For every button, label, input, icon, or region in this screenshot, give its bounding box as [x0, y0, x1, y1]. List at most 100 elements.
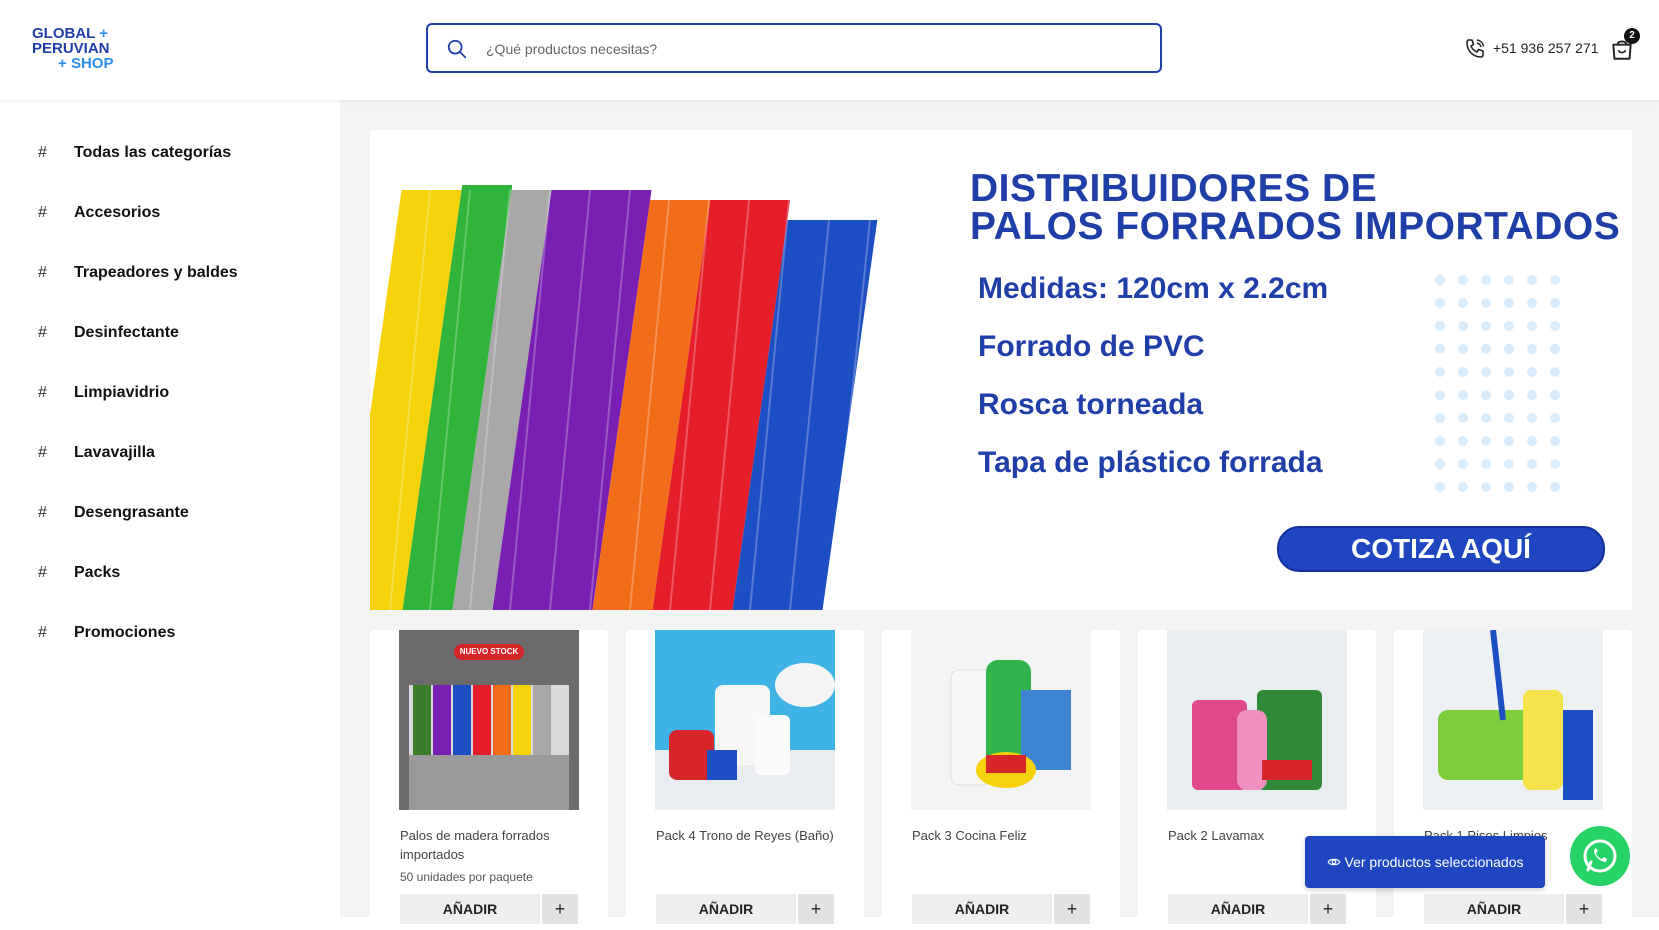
search-input[interactable]	[484, 35, 1128, 63]
add-to-cart-button[interactable]: AÑADIR	[1424, 894, 1564, 924]
add-to-cart-button[interactable]: AÑADIR	[912, 894, 1052, 924]
logo-plus-2: +	[58, 55, 67, 72]
decor-dot	[1435, 390, 1445, 400]
add-to-cart-button[interactable]: AÑADIR	[1168, 894, 1308, 924]
logo[interactable]: GLOBAL + PERUVIAN + SHOP	[32, 26, 132, 71]
decor-dot	[1527, 390, 1537, 400]
banner-heading-1: DISTRIBUIDORES DE	[970, 167, 1378, 210]
sidebar-item-todas[interactable]: # Todas las categorías	[38, 144, 231, 174]
decor-dot	[1481, 413, 1491, 423]
product-title[interactable]: Pack 4 Trono de Reyes (Baño)	[656, 826, 836, 845]
decor-dot	[1435, 298, 1445, 308]
phone-number[interactable]: +51 936 257 271	[1493, 40, 1599, 56]
plus-button[interactable]: +	[798, 894, 834, 924]
sidebar-item-label: Trapeadores y baldes	[74, 264, 238, 281]
product-image[interactable]: NUEVO STOCK	[399, 630, 579, 810]
plus-button[interactable]: +	[1310, 894, 1346, 924]
hash-icon: #	[38, 504, 47, 521]
banner-feature: Tapa de plástico forrada	[978, 446, 1323, 479]
decor-dot	[1481, 344, 1491, 354]
decor-dot	[1504, 413, 1514, 423]
plus-button[interactable]: +	[1566, 894, 1602, 924]
decor-dot	[1458, 390, 1468, 400]
product-image[interactable]	[1167, 630, 1347, 810]
hash-icon: #	[38, 624, 47, 641]
sidebar-item-trapeadores[interactable]: # Trapeadores y baldes	[38, 264, 238, 294]
view-selected-label: Ver productos seleccionados	[1344, 854, 1524, 870]
decor-dot	[1550, 482, 1560, 492]
banner-text: DISTRIBUIDORES DE PALOS FORRADOS IMPORTA…	[970, 167, 1630, 246]
promo-banner[interactable]: DISTRIBUIDORES DE PALOS FORRADOS IMPORTA…	[370, 130, 1632, 610]
decor-dot	[1504, 344, 1514, 354]
whatsapp-button[interactable]	[1570, 826, 1630, 886]
cotiza-button[interactable]: COTIZA AQUÍ	[1277, 526, 1605, 572]
banner-feature: Medidas: 120cm x 2.2cm	[978, 272, 1329, 305]
plus-button[interactable]: +	[1054, 894, 1090, 924]
decor-dot	[1435, 482, 1445, 492]
decor-dot	[1458, 298, 1468, 308]
add-to-cart-button[interactable]: AÑADIR	[656, 894, 796, 924]
banner-feature: Forrado de PVC	[978, 330, 1205, 363]
sidebar-item-label: Accesorios	[74, 204, 161, 221]
phone-icon[interactable]	[1463, 37, 1487, 61]
product-title[interactable]: Pack 3 Cocina Feliz	[912, 826, 1092, 845]
product-image[interactable]	[911, 630, 1091, 810]
decor-dot	[1550, 436, 1560, 446]
decor-dot	[1435, 344, 1445, 354]
dots-decoration	[1435, 275, 1560, 492]
decor-dot	[1481, 367, 1491, 377]
logo-line2: PERUVIAN	[32, 40, 110, 57]
sidebar-item-limpiavidrio[interactable]: # Limpiavidrio	[38, 384, 169, 414]
decor-dot	[1504, 482, 1514, 492]
sidebar-item-lavavajilla[interactable]: # Lavavajilla	[38, 444, 155, 474]
plus-button[interactable]: +	[542, 894, 578, 924]
sidebar-item-promociones[interactable]: # Promociones	[38, 624, 175, 654]
decor-dot	[1504, 436, 1514, 446]
product-image[interactable]	[655, 630, 835, 810]
decor-dot	[1504, 321, 1514, 331]
banner-feature: Rosca torneada	[978, 388, 1204, 421]
decor-dot	[1481, 321, 1491, 331]
decor-dot	[1504, 275, 1514, 285]
sidebar: # Todas las categorías # Accesorios # Trape…	[0, 100, 340, 917]
decor-dot	[1458, 367, 1468, 377]
sidebar-item-label: Packs	[74, 564, 121, 581]
decor-dot	[1435, 321, 1445, 331]
sidebar-item-desengrasante[interactable]: # Desengrasante	[38, 504, 189, 534]
product-image[interactable]	[1423, 630, 1603, 810]
decor-dot	[1481, 482, 1491, 492]
sidebar-item-label: Desengrasante	[74, 504, 189, 521]
decor-dot	[1435, 275, 1445, 285]
hash-icon: #	[38, 324, 47, 341]
product-card[interactable]: Pack 3 Cocina Feliz AÑADIR +	[882, 630, 1120, 930]
new-stock-badge: NUEVO STOCK	[459, 647, 519, 656]
product-card[interactable]: Pack 4 Trono de Reyes (Baño) AÑADIR +	[626, 630, 864, 930]
decor-dot	[1481, 390, 1491, 400]
search-box[interactable]	[426, 23, 1162, 73]
decor-dot	[1435, 436, 1445, 446]
decor-dot	[1527, 413, 1537, 423]
sidebar-item-desinfectante[interactable]: # Desinfectante	[38, 324, 179, 354]
product-title[interactable]: Palos de madera forrados importados	[400, 826, 580, 864]
decor-dot	[1550, 321, 1560, 331]
decor-dot	[1527, 344, 1537, 354]
eye-icon	[1327, 858, 1340, 866]
hash-icon: #	[38, 564, 47, 581]
decor-dot	[1527, 275, 1537, 285]
decor-dot	[1481, 436, 1491, 446]
decor-dot	[1458, 413, 1468, 423]
product-card[interactable]: NUEVO STOCK Palos de madera forrados imp…	[370, 630, 608, 930]
decor-dot	[1527, 367, 1537, 377]
whatsapp-icon	[1583, 839, 1617, 873]
decor-dot	[1458, 459, 1468, 469]
sidebar-item-accesorios[interactable]: # Accesorios	[38, 204, 160, 234]
decor-dot	[1481, 298, 1491, 308]
decor-dot	[1550, 298, 1560, 308]
view-selected-button[interactable]: Ver productos seleccionados	[1305, 836, 1545, 888]
sidebar-item-packs[interactable]: # Packs	[38, 564, 120, 594]
search-icon[interactable]	[446, 38, 468, 60]
hash-icon: #	[38, 204, 47, 221]
decor-dot	[1435, 459, 1445, 469]
add-to-cart-button[interactable]: AÑADIR	[400, 894, 540, 924]
decor-dot	[1458, 275, 1468, 285]
